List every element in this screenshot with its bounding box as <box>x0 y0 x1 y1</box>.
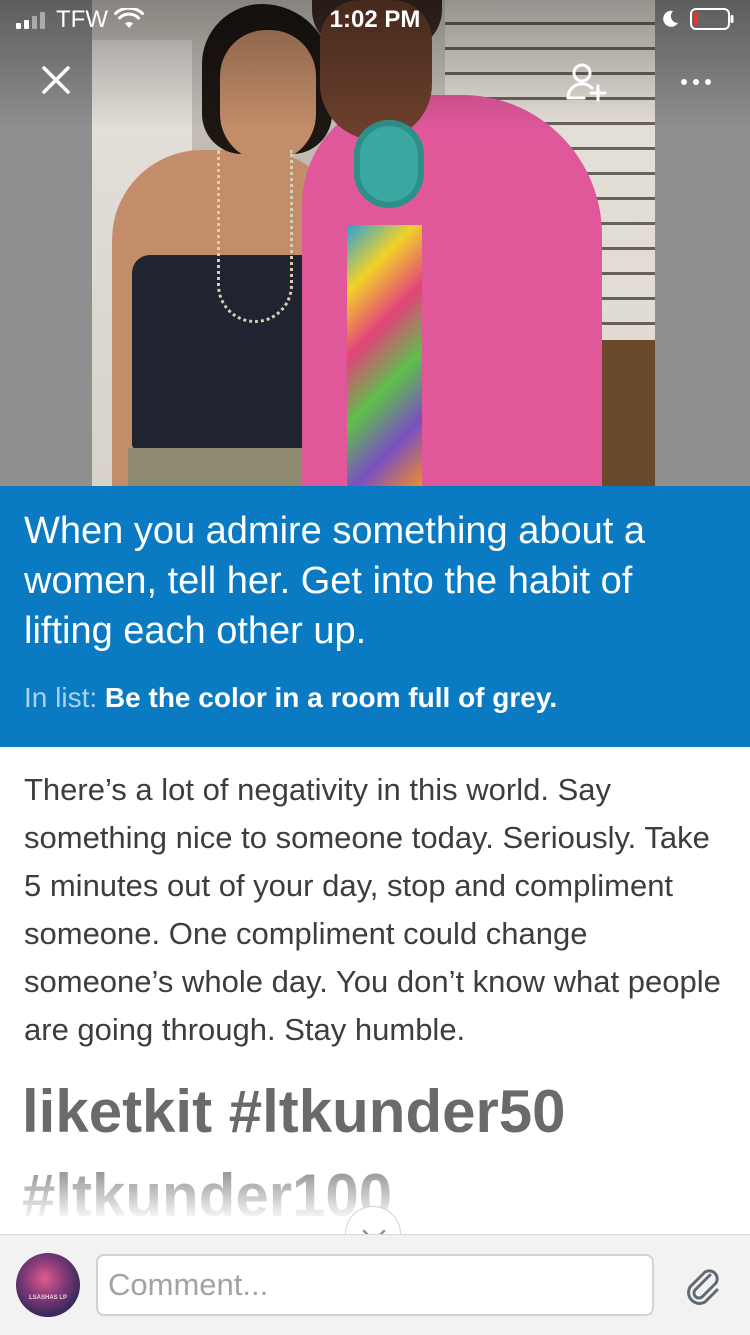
status-bar: TFW 1:02 PM <box>0 0 750 40</box>
list-info: In list: Be the color in a room full of … <box>24 681 557 715</box>
avatar[interactable]: LSASHAS LP <box>16 1253 80 1317</box>
add-person-icon[interactable] <box>562 60 610 104</box>
close-icon[interactable] <box>34 58 78 102</box>
more-icon[interactable] <box>672 66 720 98</box>
post-title-panel: When you admire something about a women,… <box>0 486 750 747</box>
moon-icon <box>663 10 678 27</box>
avatar-label: LSASHAS LP <box>28 1295 67 1301</box>
list-name-link[interactable]: Be the color in a room full of grey. <box>105 682 557 713</box>
photo-necklace-right <box>354 120 424 208</box>
status-time: 1:02 PM <box>329 6 421 33</box>
photo-person-right-dress <box>347 225 422 486</box>
comment-bar: LSASHAS LP <box>0 1234 750 1335</box>
photo-necklace-left <box>217 150 293 323</box>
photo-person-left-pants <box>128 448 328 486</box>
battery-icon <box>690 8 734 30</box>
comment-input[interactable] <box>96 1254 654 1316</box>
paperclip-icon[interactable] <box>680 1263 726 1309</box>
post-photo-area <box>0 0 750 486</box>
post-body: There’s a lot of negativity in this worl… <box>24 772 721 1047</box>
list-prefix: In list: <box>24 682 98 713</box>
post-title: When you admire something about a women,… <box>24 510 646 652</box>
